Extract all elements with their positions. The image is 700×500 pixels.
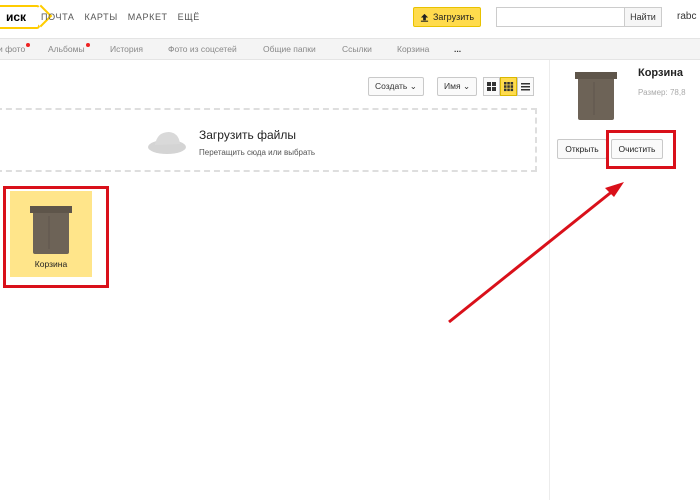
- annotation-arrow: [448, 182, 624, 324]
- page: иск ПОЧТА КАРТЫ МАРКЕТ ЕЩЁ Загрузить Най…: [0, 0, 700, 500]
